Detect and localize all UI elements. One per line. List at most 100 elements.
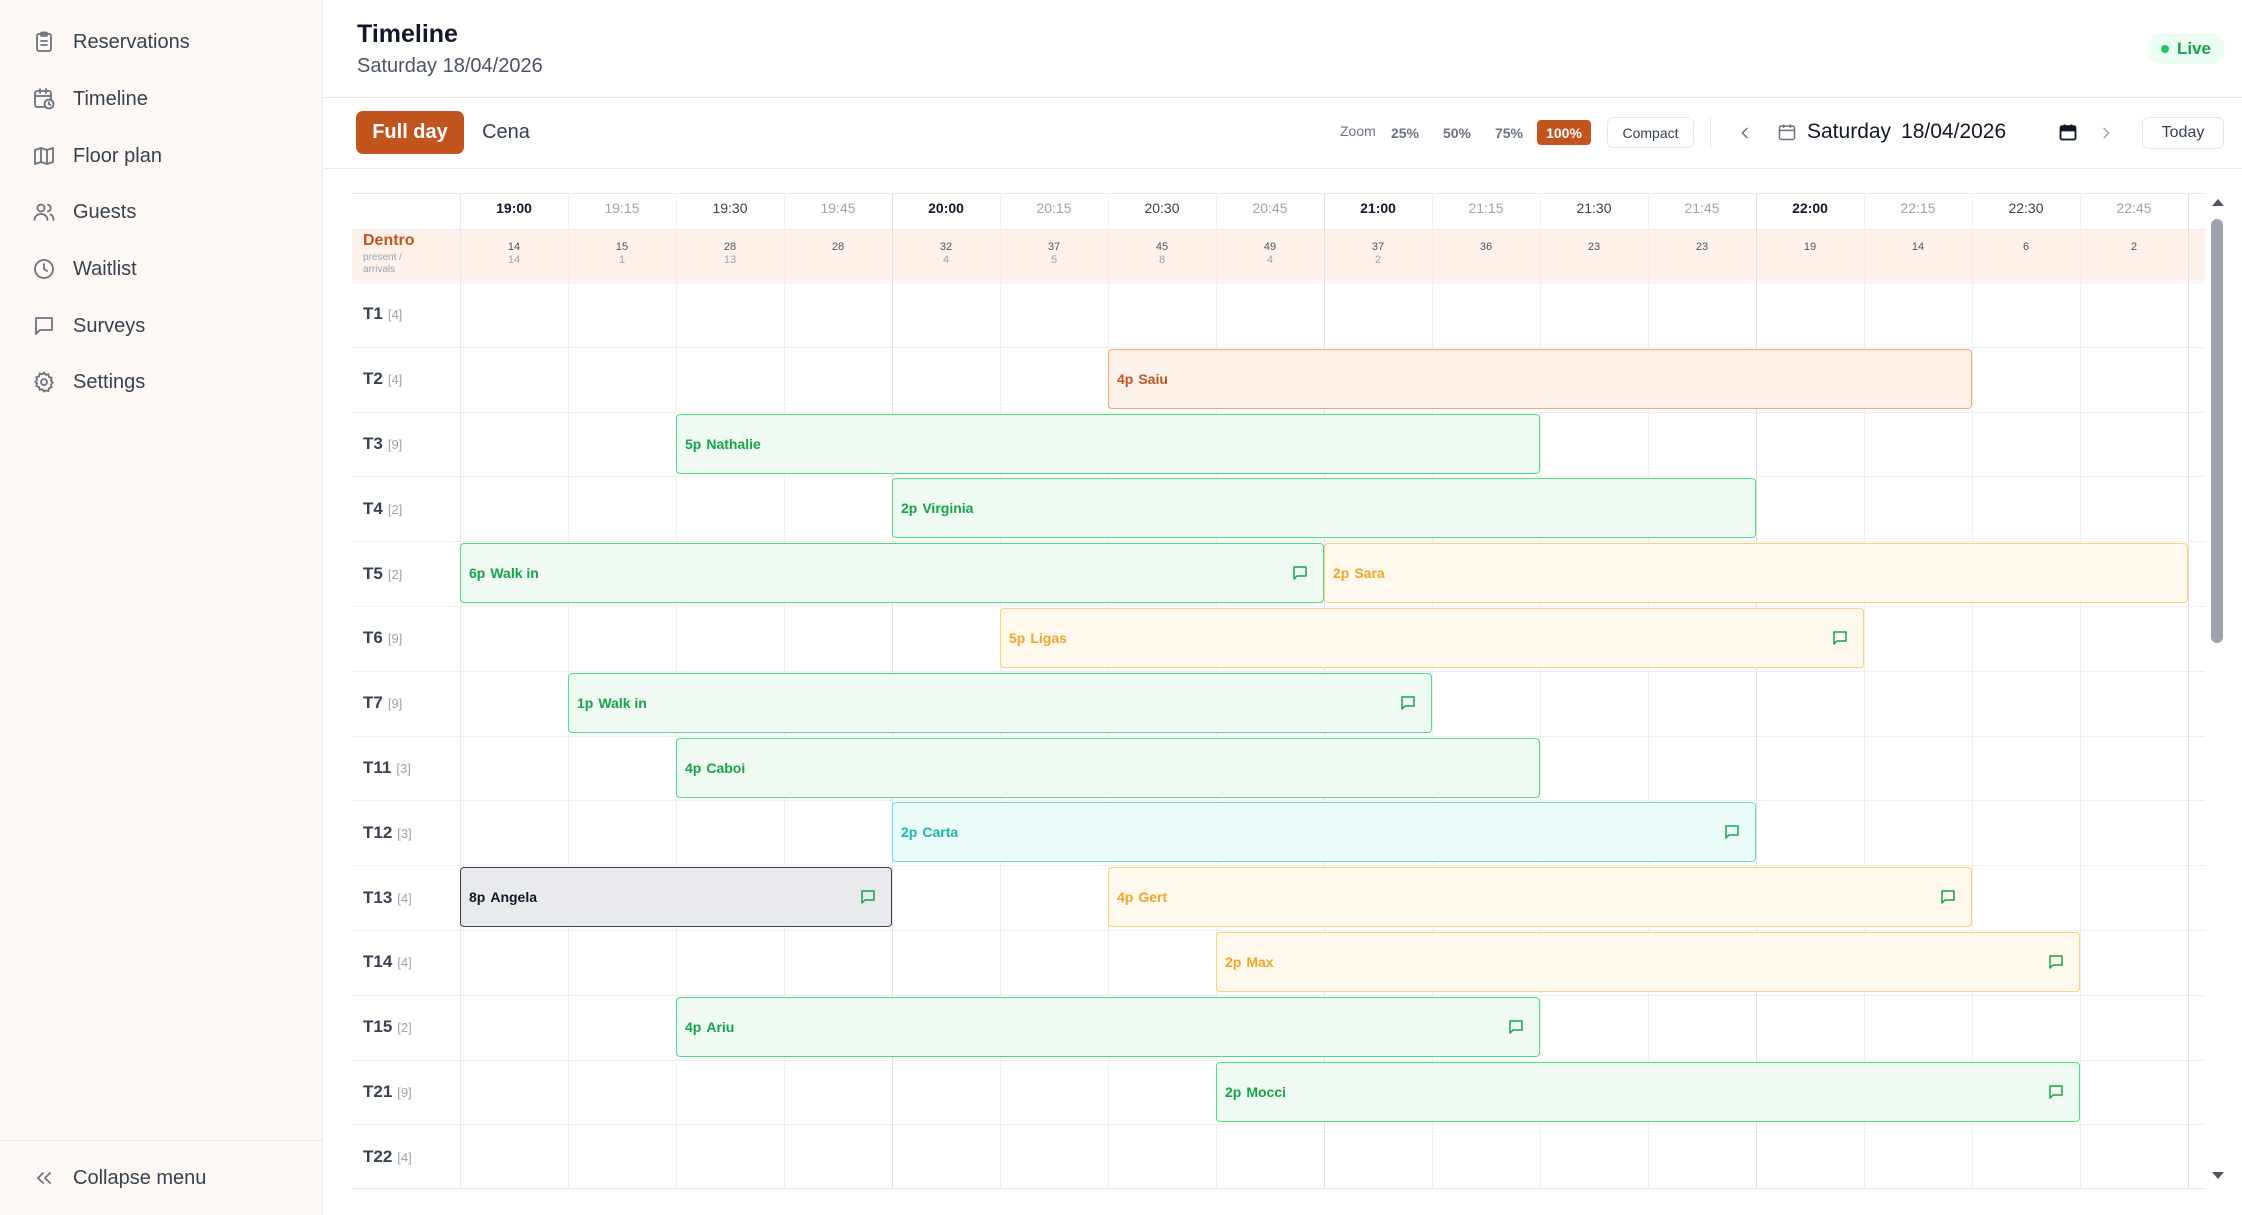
table-name: T11: [363, 758, 392, 777]
present-count: 6: [2022, 241, 2030, 253]
area-count-cell: 2: [2080, 241, 2188, 254]
time-header: 22:15: [1900, 200, 1936, 216]
reservation-block[interactable]: 4p Caboi: [676, 738, 1540, 798]
time-header: 20:15: [1036, 200, 1072, 216]
time-header: 19:30: [712, 200, 748, 216]
reservation-guest-name: Sara: [1354, 565, 1385, 581]
table-capacity: [4]: [397, 955, 412, 970]
table-name: T14: [363, 952, 393, 971]
time-header: 20:00: [928, 200, 964, 216]
arrivals-count: 4: [942, 254, 950, 266]
reservation-party-size: 4p: [1117, 889, 1134, 905]
table-capacity: [4]: [397, 891, 412, 906]
scrollbar-thumb[interactable]: [2211, 219, 2223, 643]
table-row-label: T7 [9]: [363, 693, 402, 713]
reservation-party-size: 2p: [1225, 954, 1242, 970]
note-icon[interactable]: [2047, 1083, 2065, 1101]
reservation-block[interactable]: 4p Saiu: [1108, 349, 1972, 409]
note-icon[interactable]: [2047, 953, 2065, 971]
reservation-block[interactable]: 5p Nathalie: [676, 414, 1540, 474]
grid-row-line: [352, 736, 2205, 737]
area-count-cell: 28 13: [676, 241, 784, 267]
area-count-cell: 37 2: [1324, 241, 1432, 267]
present-count: 23: [1695, 241, 1709, 253]
grid-row-line: [352, 930, 2205, 931]
scroll-down-icon[interactable]: [2211, 1171, 2225, 1181]
table-row-label: T5 [2]: [363, 564, 402, 584]
reservation-party-size: 1p: [577, 695, 594, 711]
area-sub-label: present / arrivals: [363, 252, 402, 275]
grid-top-line: [352, 193, 2205, 194]
grid-row-line: [352, 1124, 2205, 1125]
note-icon[interactable]: [1939, 888, 1957, 906]
reservation-block[interactable]: 6p Walk in: [460, 543, 1324, 603]
reservation-party-size: 2p: [1333, 565, 1350, 581]
table-capacity: [4]: [387, 307, 403, 322]
table-name: T21: [363, 1082, 393, 1101]
reservation-guest-name: Ligas: [1030, 630, 1067, 646]
area-count-cell: 19: [1756, 241, 1864, 254]
reservation-block[interactable]: 5p Ligas: [1000, 608, 1864, 668]
reservation-block[interactable]: 2p Sara: [1324, 543, 2188, 603]
note-icon[interactable]: [1831, 629, 1849, 647]
table-row-label: T22 [4]: [363, 1147, 412, 1167]
grid-row-line: [352, 606, 2205, 607]
grid-row-line: [352, 1060, 2205, 1061]
vertical-scrollbar[interactable]: [2211, 193, 2225, 1183]
note-icon[interactable]: [1723, 823, 1741, 841]
table-capacity: [9]: [387, 696, 403, 711]
arrivals-count: 13: [723, 254, 737, 266]
note-icon[interactable]: [1291, 564, 1309, 582]
scroll-up-icon[interactable]: [2211, 197, 2225, 207]
arrivals-count: 5: [1050, 254, 1058, 266]
note-icon[interactable]: [859, 888, 877, 906]
reservation-block[interactable]: 2p Carta: [892, 802, 1756, 862]
area-count-cell: 23: [1540, 241, 1648, 254]
note-icon[interactable]: [1507, 1018, 1525, 1036]
grid-row-line: [352, 995, 2205, 996]
area-count-cell: 45 8: [1108, 241, 1216, 267]
reservation-block[interactable]: 2p Mocci: [1216, 1062, 2080, 1122]
grid-row-line: [352, 671, 2205, 672]
note-icon[interactable]: [1399, 694, 1417, 712]
grid-column-line: [1972, 193, 1973, 1188]
table-name: T13: [363, 888, 393, 907]
table-row-label: T4 [2]: [363, 499, 402, 519]
area-name: Dentro: [363, 232, 415, 249]
time-header: 21:15: [1468, 200, 1504, 216]
reservation-party-size: 5p: [685, 436, 702, 452]
arrivals-count: 2: [1374, 254, 1382, 266]
time-header: 22:45: [2116, 200, 2152, 216]
table-row-label: T21 [9]: [363, 1082, 412, 1102]
reservation-guest-name: Caboi: [706, 760, 746, 776]
arrivals-count: 1: [618, 254, 626, 266]
table-name: T4: [363, 499, 383, 518]
reservation-block[interactable]: 2p Max: [1216, 932, 2080, 992]
reservation-block[interactable]: 1p Walk in: [568, 673, 1432, 733]
grid-column-line: [1864, 193, 1865, 1188]
reservation-guest-name: Nathalie: [706, 436, 761, 452]
reservation-party-size: 5p: [1009, 630, 1026, 646]
reservation-block[interactable]: 8p Angela: [460, 867, 892, 927]
area-count-cell: 37 5: [1000, 241, 1108, 267]
present-count: 45: [1155, 241, 1169, 253]
table-name: T7: [363, 693, 383, 712]
present-count: 14: [1911, 241, 1925, 253]
reservation-block[interactable]: 4p Gert: [1108, 867, 1972, 927]
area-count-cell: 23: [1648, 241, 1756, 254]
grid-row-line: [352, 282, 2205, 283]
present-count: 19: [1803, 241, 1817, 253]
time-header: 21:30: [1576, 200, 1612, 216]
present-count: 14: [507, 241, 521, 253]
area-count-cell: 14 14: [460, 241, 568, 267]
table-capacity: [9]: [387, 437, 403, 452]
reservation-block[interactable]: 4p Ariu: [676, 997, 1540, 1057]
time-header: 20:30: [1144, 200, 1180, 216]
table-capacity: [4]: [397, 1150, 412, 1165]
table-name: T2: [363, 369, 383, 388]
table-capacity: [2]: [387, 567, 403, 582]
area-count-cell: 6: [1972, 241, 2080, 254]
reservation-block[interactable]: 2p Virginia: [892, 478, 1756, 538]
time-header: 20:45: [1252, 200, 1288, 216]
table-capacity: [4]: [387, 372, 403, 387]
